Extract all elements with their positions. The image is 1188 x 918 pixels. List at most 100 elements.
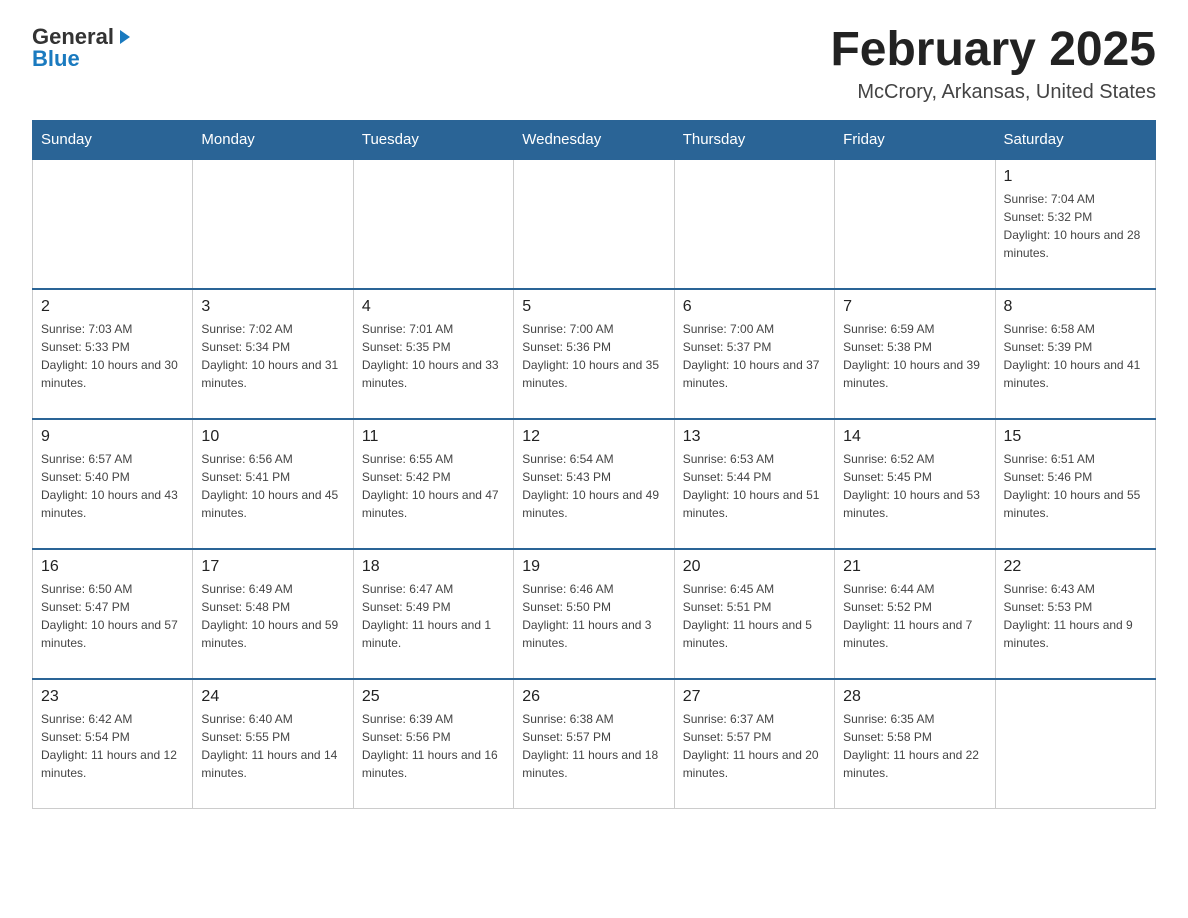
- day-info: Sunrise: 6:37 AM Sunset: 5:57 PM Dayligh…: [683, 710, 826, 782]
- day-info: Sunrise: 6:38 AM Sunset: 5:57 PM Dayligh…: [522, 710, 665, 782]
- day-info: Sunrise: 7:02 AM Sunset: 5:34 PM Dayligh…: [201, 320, 344, 392]
- calendar-day-cell: 1 Sunrise: 7:04 AM Sunset: 5:32 PM Daylig…: [995, 159, 1155, 289]
- day-info: Sunrise: 6:43 AM Sunset: 5:53 PM Dayligh…: [1004, 580, 1147, 652]
- calendar-day-cell: 25 Sunrise: 6:39 AM Sunset: 5:56 PM Dayli…: [353, 679, 513, 809]
- day-number: 12: [522, 428, 665, 446]
- calendar-day-cell: 24 Sunrise: 6:40 AM Sunset: 5:55 PM Dayli…: [193, 679, 353, 809]
- calendar-day-cell: 8 Sunrise: 6:58 AM Sunset: 5:39 PM Daylig…: [995, 289, 1155, 419]
- calendar-weekday-header: Monday: [193, 120, 353, 159]
- day-number: 10: [201, 428, 344, 446]
- calendar-day-cell: [193, 159, 353, 289]
- day-info: Sunrise: 6:40 AM Sunset: 5:55 PM Dayligh…: [201, 710, 344, 782]
- day-info: Sunrise: 6:46 AM Sunset: 5:50 PM Dayligh…: [522, 580, 665, 652]
- day-info: Sunrise: 7:04 AM Sunset: 5:32 PM Dayligh…: [1004, 190, 1147, 262]
- day-number: 27: [683, 688, 826, 706]
- calendar-day-cell: 22 Sunrise: 6:43 AM Sunset: 5:53 PM Dayli…: [995, 549, 1155, 679]
- day-number: 19: [522, 558, 665, 576]
- day-info: Sunrise: 6:47 AM Sunset: 5:49 PM Dayligh…: [362, 580, 505, 652]
- calendar-day-cell: 3 Sunrise: 7:02 AM Sunset: 5:34 PM Daylig…: [193, 289, 353, 419]
- calendar-day-cell: 7 Sunrise: 6:59 AM Sunset: 5:38 PM Daylig…: [835, 289, 995, 419]
- logo: General Blue: [32, 24, 134, 72]
- calendar-day-cell: 21 Sunrise: 6:44 AM Sunset: 5:52 PM Dayli…: [835, 549, 995, 679]
- calendar-weekday-header: Wednesday: [514, 120, 674, 159]
- calendar-table: SundayMondayTuesdayWednesdayThursdayFrid…: [32, 120, 1156, 810]
- calendar-day-cell: 23 Sunrise: 6:42 AM Sunset: 5:54 PM Dayli…: [33, 679, 193, 809]
- day-info: Sunrise: 6:45 AM Sunset: 5:51 PM Dayligh…: [683, 580, 826, 652]
- day-number: 7: [843, 298, 986, 316]
- day-info: Sunrise: 6:54 AM Sunset: 5:43 PM Dayligh…: [522, 450, 665, 522]
- day-info: Sunrise: 7:00 AM Sunset: 5:36 PM Dayligh…: [522, 320, 665, 392]
- calendar-day-cell: 28 Sunrise: 6:35 AM Sunset: 5:58 PM Dayli…: [835, 679, 995, 809]
- day-info: Sunrise: 6:50 AM Sunset: 5:47 PM Dayligh…: [41, 580, 184, 652]
- calendar-day-cell: 19 Sunrise: 6:46 AM Sunset: 5:50 PM Dayli…: [514, 549, 674, 679]
- day-number: 5: [522, 298, 665, 316]
- day-info: Sunrise: 6:39 AM Sunset: 5:56 PM Dayligh…: [362, 710, 505, 782]
- day-info: Sunrise: 7:00 AM Sunset: 5:37 PM Dayligh…: [683, 320, 826, 392]
- calendar-day-cell: 6Sunrise: 7:00 AM Sunset: 5:37 PM Daylig…: [674, 289, 834, 419]
- day-number: 9: [41, 428, 184, 446]
- calendar-day-cell: 2 Sunrise: 7:03 AM Sunset: 5:33 PM Daylig…: [33, 289, 193, 419]
- calendar-day-cell: 15Sunrise: 6:51 AM Sunset: 5:46 PM Dayli…: [995, 419, 1155, 549]
- day-number: 24: [201, 688, 344, 706]
- calendar-day-cell: [835, 159, 995, 289]
- day-number: 28: [843, 688, 986, 706]
- calendar-day-cell: 20 Sunrise: 6:45 AM Sunset: 5:51 PM Dayli…: [674, 549, 834, 679]
- day-number: 22: [1004, 558, 1147, 576]
- calendar-day-cell: 12 Sunrise: 6:54 AM Sunset: 5:43 PM Dayli…: [514, 419, 674, 549]
- calendar-day-cell: [33, 159, 193, 289]
- logo-arrow-icon: [116, 28, 134, 46]
- calendar-day-cell: 9 Sunrise: 6:57 AM Sunset: 5:40 PM Daylig…: [33, 419, 193, 549]
- day-info: Sunrise: 7:01 AM Sunset: 5:35 PM Dayligh…: [362, 320, 505, 392]
- calendar-day-cell: 10 Sunrise: 6:56 AM Sunset: 5:41 PM Dayli…: [193, 419, 353, 549]
- day-info: Sunrise: 6:58 AM Sunset: 5:39 PM Dayligh…: [1004, 320, 1147, 392]
- day-info: Sunrise: 6:57 AM Sunset: 5:40 PM Dayligh…: [41, 450, 184, 522]
- calendar-weekday-header: Sunday: [33, 120, 193, 159]
- day-info: Sunrise: 6:53 AM Sunset: 5:44 PM Dayligh…: [683, 450, 826, 522]
- calendar-week-row: 1 Sunrise: 7:04 AM Sunset: 5:32 PM Daylig…: [33, 159, 1156, 289]
- page-title: February 2025: [830, 24, 1156, 77]
- day-info: Sunrise: 6:55 AM Sunset: 5:42 PM Dayligh…: [362, 450, 505, 522]
- day-info: Sunrise: 6:44 AM Sunset: 5:52 PM Dayligh…: [843, 580, 986, 652]
- day-number: 1: [1004, 168, 1147, 186]
- day-number: 18: [362, 558, 505, 576]
- calendar-day-cell: 11 Sunrise: 6:55 AM Sunset: 5:42 PM Dayli…: [353, 419, 513, 549]
- day-number: 11: [362, 428, 505, 446]
- calendar-day-cell: [514, 159, 674, 289]
- day-info: Sunrise: 6:52 AM Sunset: 5:45 PM Dayligh…: [843, 450, 986, 522]
- calendar-week-row: 16 Sunrise: 6:50 AM Sunset: 5:47 PM Dayli…: [33, 549, 1156, 679]
- title-block: February 2025 McCrory, Arkansas, United …: [830, 24, 1156, 104]
- day-number: 3: [201, 298, 344, 316]
- calendar-weekday-header: Tuesday: [353, 120, 513, 159]
- day-number: 25: [362, 688, 505, 706]
- calendar-day-cell: 5 Sunrise: 7:00 AM Sunset: 5:36 PM Daylig…: [514, 289, 674, 419]
- day-number: 23: [41, 688, 184, 706]
- calendar-weekday-header: Friday: [835, 120, 995, 159]
- day-info: Sunrise: 7:03 AM Sunset: 5:33 PM Dayligh…: [41, 320, 184, 392]
- day-number: 26: [522, 688, 665, 706]
- calendar-day-cell: 16 Sunrise: 6:50 AM Sunset: 5:47 PM Dayli…: [33, 549, 193, 679]
- calendar-weekday-header: Saturday: [995, 120, 1155, 159]
- day-number: 20: [683, 558, 826, 576]
- day-info: Sunrise: 6:42 AM Sunset: 5:54 PM Dayligh…: [41, 710, 184, 782]
- day-info: Sunrise: 6:35 AM Sunset: 5:58 PM Dayligh…: [843, 710, 986, 782]
- day-number: 4: [362, 298, 505, 316]
- calendar-day-cell: 13 Sunrise: 6:53 AM Sunset: 5:44 PM Dayli…: [674, 419, 834, 549]
- day-number: 2: [41, 298, 184, 316]
- day-number: 16: [41, 558, 184, 576]
- calendar-week-row: 2 Sunrise: 7:03 AM Sunset: 5:33 PM Daylig…: [33, 289, 1156, 419]
- day-info: Sunrise: 6:59 AM Sunset: 5:38 PM Dayligh…: [843, 320, 986, 392]
- calendar-day-cell: [995, 679, 1155, 809]
- calendar-day-cell: [674, 159, 834, 289]
- day-number: 17: [201, 558, 344, 576]
- day-number: 14: [843, 428, 986, 446]
- day-number: 13: [683, 428, 826, 446]
- day-info: Sunrise: 6:56 AM Sunset: 5:41 PM Dayligh…: [201, 450, 344, 522]
- calendar-day-cell: 4 Sunrise: 7:01 AM Sunset: 5:35 PM Daylig…: [353, 289, 513, 419]
- calendar-day-cell: 26 Sunrise: 6:38 AM Sunset: 5:57 PM Dayli…: [514, 679, 674, 809]
- calendar-day-cell: 14 Sunrise: 6:52 AM Sunset: 5:45 PM Dayli…: [835, 419, 995, 549]
- day-number: 15: [1004, 428, 1147, 446]
- day-number: 8: [1004, 298, 1147, 316]
- day-number: 21: [843, 558, 986, 576]
- calendar-weekday-header: Thursday: [674, 120, 834, 159]
- day-info: Sunrise: 6:49 AM Sunset: 5:48 PM Dayligh…: [201, 580, 344, 652]
